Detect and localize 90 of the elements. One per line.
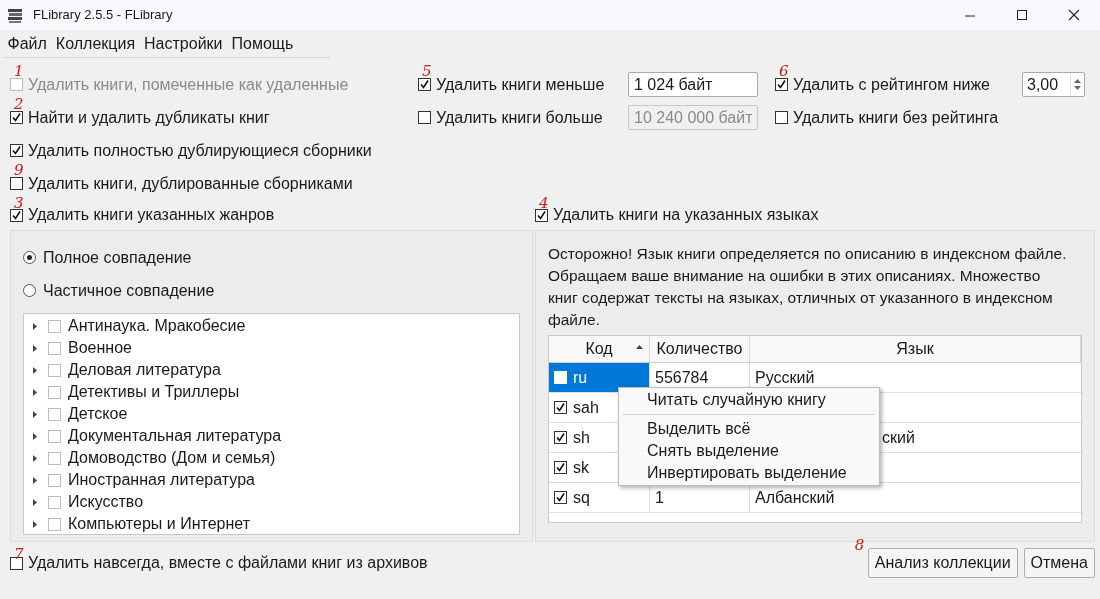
tree-item[interactable]: Антинаука. Мракобесие xyxy=(61,314,246,338)
expand-arrow-icon[interactable] xyxy=(32,476,38,484)
expand-arrow-icon[interactable] xyxy=(32,388,38,396)
table-cell[interactable]: ru xyxy=(549,363,650,392)
annotation-number: 9 xyxy=(14,163,24,178)
checkbox[interactable] xyxy=(48,495,61,509)
checkbox-label: Удалить книги на указанных языках xyxy=(552,205,819,225)
checkbox[interactable] xyxy=(48,407,61,421)
books-icon xyxy=(7,6,23,24)
checkbox[interactable] xyxy=(48,363,61,377)
checkbox[interactable] xyxy=(775,111,788,124)
checkbox[interactable] xyxy=(554,491,567,504)
expand-arrow-icon[interactable] xyxy=(32,366,38,374)
annotation-number: 5 xyxy=(422,64,432,79)
radio-label: Частичное совпадение xyxy=(43,280,215,301)
tree-item[interactable]: Детективы и Триллеры xyxy=(61,380,240,404)
column-header[interactable]: Количество xyxy=(650,336,750,362)
column-header[interactable]: Язык xyxy=(750,336,1081,362)
checkbox-label: Удалить книги больше xyxy=(435,107,604,128)
expand-arrow-icon[interactable] xyxy=(32,322,38,330)
checkbox[interactable] xyxy=(48,517,61,531)
expand-arrow-icon[interactable] xyxy=(32,344,38,352)
checkbox-label: Найти и удалить дубликаты книг xyxy=(27,107,270,128)
spin-down-icon xyxy=(1074,86,1081,90)
menu-item[interactable]: Помощь xyxy=(227,31,298,56)
tree-item[interactable]: Документальная литература xyxy=(61,424,282,448)
checkbox-label: Удалить с рейтингом ниже xyxy=(792,74,991,95)
menu-item[interactable]: Файл xyxy=(3,31,52,56)
menu-item[interactable]: Коллекция xyxy=(51,31,140,56)
dialog-button[interactable]: Анализ коллекции xyxy=(867,548,1018,578)
checkbox-label: Удалить книги указанных жанров xyxy=(27,205,275,225)
tree-item[interactable]: Искусство xyxy=(61,490,144,514)
checkbox-label: Удалить навсегда, вместе с файлами книг из архивов xyxy=(27,553,428,573)
checkbox-label: Удалить книги меньше xyxy=(435,74,606,95)
expand-arrow-icon[interactable] xyxy=(32,454,38,462)
checkbox[interactable] xyxy=(554,431,567,444)
table-cell-text: Албанский xyxy=(755,487,835,508)
table-cell-text: 556784 xyxy=(655,367,709,388)
checkbox-label: Удалить книги, дублированные сборниками xyxy=(27,173,353,194)
spin-box[interactable]: 3,00 xyxy=(1022,72,1085,97)
checkbox[interactable] xyxy=(48,385,61,399)
checkbox-label: Удалить книги без рейтинга xyxy=(792,107,1000,128)
radio-button[interactable] xyxy=(23,284,36,297)
checkbox[interactable] xyxy=(48,473,61,487)
checkbox[interactable] xyxy=(48,319,61,333)
tree-item[interactable]: Иностранная литература xyxy=(61,468,255,492)
table-cell-text: Русский xyxy=(755,367,815,388)
spin-up-icon xyxy=(1074,79,1081,83)
table-cell-text: 1 xyxy=(655,487,664,508)
checkbox[interactable] xyxy=(10,111,23,124)
annotation-number: 8 xyxy=(854,538,865,553)
column-header[interactable]: Код xyxy=(549,336,650,362)
checkbox-label: Удалить книги, помеченные как удаленные xyxy=(27,74,349,95)
annotation-number: 2 xyxy=(14,97,24,112)
window-title: FLibrary 2.5.5 - FLibrary xyxy=(33,6,173,25)
annotation-number: 6 xyxy=(779,64,789,79)
expand-arrow-icon[interactable] xyxy=(32,410,38,418)
checkbox[interactable] xyxy=(554,401,567,414)
tree-item[interactable]: Компьютеры и Интернет xyxy=(61,512,250,534)
menu-item[interactable]: Настройки xyxy=(139,31,227,56)
checkbox[interactable] xyxy=(418,78,431,91)
tree-item[interactable]: Военное xyxy=(61,336,132,360)
expand-arrow-icon[interactable] xyxy=(32,520,38,528)
input-field[interactable]: 1 024 байт xyxy=(628,72,758,97)
checkbox[interactable] xyxy=(48,429,61,443)
checkbox[interactable] xyxy=(10,144,23,157)
dialog-button[interactable]: Отмена xyxy=(1023,548,1095,578)
table-cell-text: ский xyxy=(882,427,915,448)
checkbox[interactable] xyxy=(48,341,61,355)
checkbox[interactable] xyxy=(418,111,431,124)
tree-item[interactable]: Деловая литература xyxy=(61,358,221,382)
checkbox[interactable] xyxy=(775,78,788,91)
close-icon[interactable] xyxy=(1067,8,1081,22)
checkbox[interactable] xyxy=(535,208,548,222)
expand-arrow-icon[interactable] xyxy=(32,498,38,506)
checkbox[interactable] xyxy=(10,177,23,190)
radio-button[interactable] xyxy=(23,251,36,264)
annotation-number: 3 xyxy=(14,196,24,211)
tree-item[interactable]: Домоводство (Дом и семья) xyxy=(61,446,276,470)
checkbox-label: Удалить полностью дублирующиеся сборники xyxy=(27,140,372,161)
checkbox[interactable] xyxy=(48,451,61,465)
maximize-icon[interactable] xyxy=(1015,8,1029,22)
annotation-number: 4 xyxy=(539,196,549,211)
checkbox[interactable] xyxy=(10,208,23,222)
tree-item[interactable]: Детское xyxy=(61,402,128,426)
radio-label: Полное совпадение xyxy=(43,247,192,268)
warning-text: Осторожно! Язык книги определяется по описанию в индексном файле. Обращаем ваше внимание на ошибки в этих описаниях. Множество книг содержат тексты на языках, отличных от указанного в индексном файле. xyxy=(548,244,1068,330)
checkbox[interactable] xyxy=(554,461,567,474)
expand-arrow-icon[interactable] xyxy=(32,432,38,440)
annotation-number: 1 xyxy=(14,64,24,79)
